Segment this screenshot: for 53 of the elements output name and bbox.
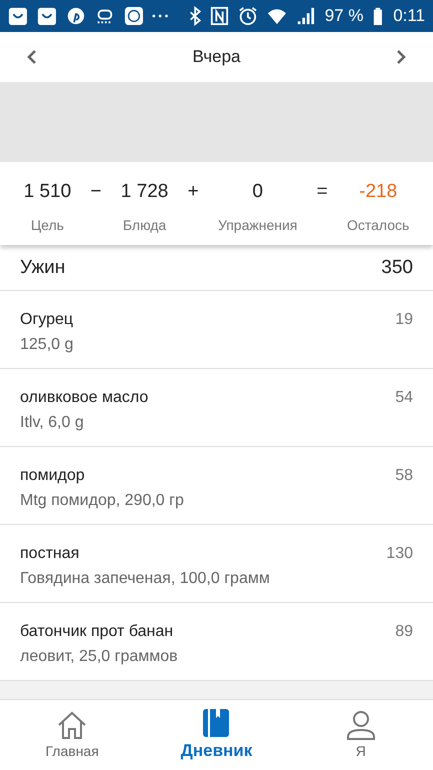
chevron-left-icon (26, 49, 38, 65)
shopping-bag-icon (8, 5, 28, 27)
food-entry[interactable]: оливковое масло Itlv, 6,0 g 54 (0, 369, 433, 447)
operator-sign: − (90, 180, 102, 203)
food-detail: Говядина запеченая, 100,0 грамм (20, 570, 270, 588)
food-calories: 89 (395, 623, 413, 642)
nav-tab[interactable]: Я (288, 700, 433, 770)
clock: 0:11 (393, 6, 426, 26)
battery-level: 97 % (324, 6, 364, 26)
food-calories: 58 (395, 467, 413, 486)
nav-tab[interactable]: Дневник (144, 700, 289, 770)
meal-calories: 350 (381, 256, 413, 278)
pin-icon (66, 5, 86, 27)
date-title: Вчера (192, 47, 240, 67)
food-detail: леовит, 25,0 граммов (20, 648, 178, 666)
food-calories: 130 (386, 545, 413, 564)
food-calories: 54 (395, 389, 413, 408)
calorie-value: 0 (252, 181, 263, 203)
more-icon (152, 14, 169, 18)
person-icon (344, 710, 377, 740)
food-entry[interactable]: помидор Mtg помидор, 290,0 гр 58 (0, 447, 433, 525)
food-detail: Mtg помидор, 290,0 гр (20, 492, 184, 510)
calorie-value: -218 (359, 181, 398, 203)
calorie-value: 1 728 (120, 181, 168, 203)
food-detail: 125,0 g (20, 336, 74, 354)
nfc-icon (210, 5, 230, 27)
calorie-label: Упражнения (218, 217, 298, 233)
calorie-label: Блюда (122, 217, 166, 233)
book-icon (202, 708, 230, 738)
shopping-bag-icon (36, 5, 57, 27)
food-name: постная (20, 545, 80, 563)
alarm-icon (238, 5, 258, 27)
operator-sign: = (316, 180, 328, 203)
battery-icon (372, 5, 384, 27)
home-icon (56, 710, 88, 740)
calorie-value: 1 510 (24, 181, 72, 203)
chevron-right-icon (395, 49, 407, 65)
signal-icon (296, 5, 316, 27)
food-entry[interactable]: Огурец 125,0 g 19 (0, 291, 433, 369)
food-name: помидор (20, 467, 86, 485)
food-entry[interactable]: постная Говядина запеченая, 100,0 грамм 130 (0, 525, 433, 603)
food-name: оливковое масло (20, 389, 148, 407)
operator-sign: + (188, 180, 199, 203)
food-entry[interactable]: батончик прот банан леовит, 25,0 граммов 89 (0, 603, 433, 681)
calorie-label: Осталось (346, 217, 410, 233)
calorie-label: Цель (30, 217, 64, 233)
app-icon (124, 5, 144, 27)
nav-tab[interactable]: Главная (0, 700, 144, 770)
food-name: батончик прот банан (20, 623, 174, 641)
food-name: Огурец (20, 311, 74, 329)
food-calories: 19 (395, 311, 413, 330)
meal-name: Ужин (20, 256, 66, 278)
food-detail: Itlv, 6,0 g (20, 414, 85, 432)
